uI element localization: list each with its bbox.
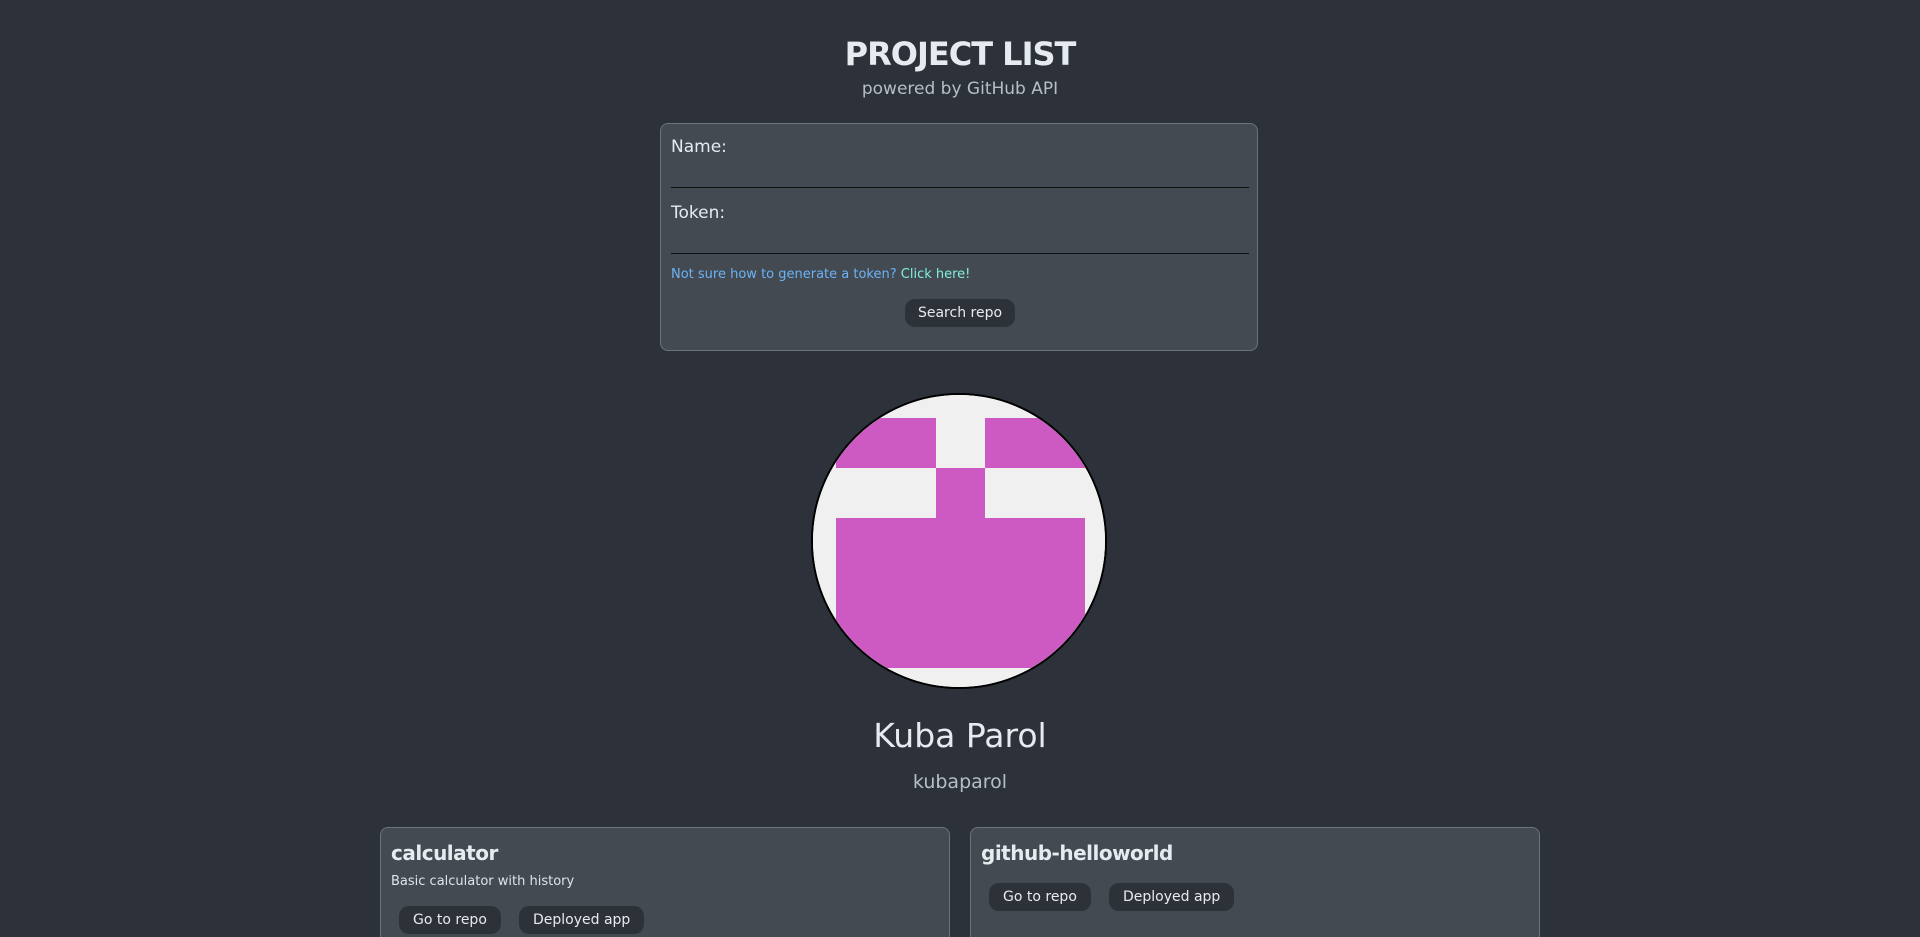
deployed-app-button[interactable]: Deployed app	[1109, 883, 1235, 911]
name-label: Name:	[671, 137, 727, 157]
identicon-image	[813, 395, 1105, 687]
user-full-name: Kuba Parol	[873, 716, 1047, 755]
deployed-app-button[interactable]: Deployed app	[519, 906, 645, 934]
token-label: Token:	[671, 203, 726, 223]
search-repo-button[interactable]: Search repo	[905, 299, 1015, 327]
name-input[interactable]	[671, 162, 1249, 188]
page: PROJECT LIST powered by GitHub API Name:…	[0, 0, 1920, 937]
token-help-link[interactable]: Click here!	[901, 267, 971, 282]
token-input[interactable]	[671, 228, 1249, 254]
repo-name: calculator	[391, 841, 498, 865]
page-subtitle: powered by GitHub API	[861, 79, 1059, 99]
token-hint: Not sure how to generate a token? Click …	[671, 266, 970, 284]
go-to-repo-button[interactable]: Go to repo	[399, 906, 501, 934]
token-hint-text: Not sure how to generate a token?	[671, 267, 897, 282]
header: PROJECT LIST powered by GitHub API	[0, 34, 1920, 100]
avatar	[811, 393, 1107, 689]
repo-card: calculator Basic calculator with history…	[380, 827, 950, 937]
go-to-repo-button[interactable]: Go to repo	[989, 883, 1091, 911]
page-title: PROJECT LIST	[844, 35, 1077, 73]
repo-description: Basic calculator with history	[391, 874, 575, 889]
repo-card: github-helloworld Go to repo Deployed ap…	[970, 827, 1540, 937]
repo-name: github-helloworld	[981, 841, 1173, 865]
user-login: kubaparol	[912, 771, 1008, 793]
search-form: Name: Token: Not sure how to generate a …	[660, 123, 1258, 351]
